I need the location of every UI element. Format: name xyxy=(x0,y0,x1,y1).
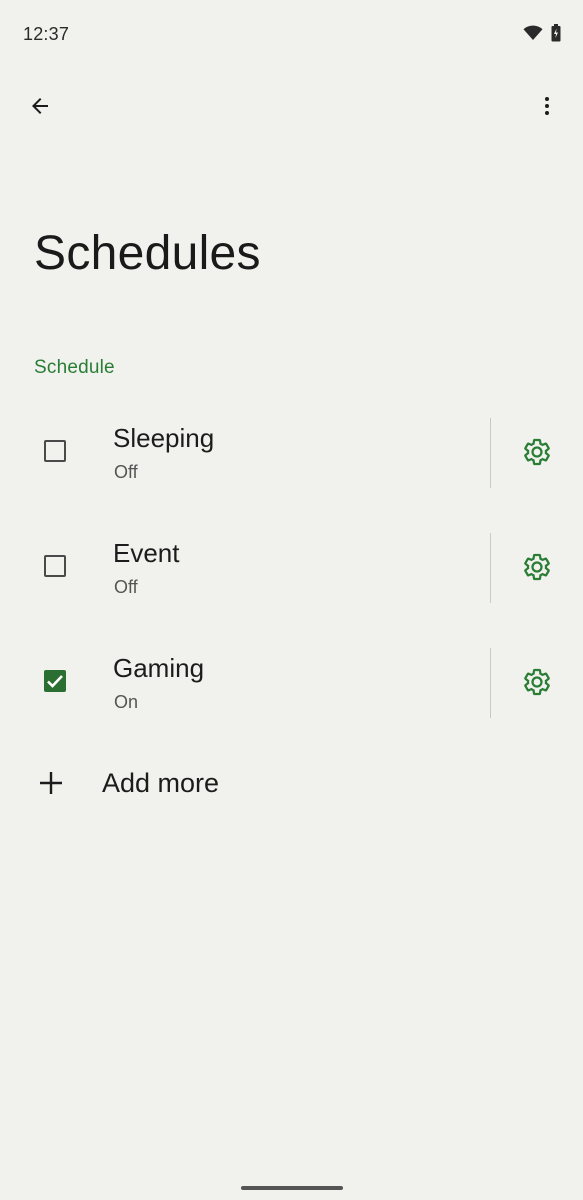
schedule-list: Sleeping Off Event Off Gaming On xyxy=(0,410,583,755)
battery-icon xyxy=(551,24,561,42)
arrow-back-icon xyxy=(28,94,52,123)
settings-button-sleeping[interactable] xyxy=(512,432,562,476)
settings-button-event[interactable] xyxy=(512,547,562,591)
add-more-label: Add more xyxy=(102,768,220,798)
wifi-icon xyxy=(523,25,543,41)
schedule-toggle-event[interactable]: Event Off xyxy=(0,525,490,615)
row-divider xyxy=(490,648,491,718)
schedule-name: Event xyxy=(113,538,180,568)
gesture-nav-handle[interactable] xyxy=(241,1186,343,1190)
checkbox-gaming[interactable] xyxy=(44,670,66,692)
gear-icon xyxy=(522,667,552,702)
schedule-name: Sleeping xyxy=(113,423,215,453)
checkmark-icon xyxy=(47,675,63,688)
settings-button-gaming[interactable] xyxy=(512,662,562,706)
status-bar: 12:37 xyxy=(0,0,583,68)
checkbox-sleeping[interactable] xyxy=(44,440,66,462)
back-button[interactable] xyxy=(18,86,62,130)
schedule-status: Off xyxy=(114,577,138,597)
gear-icon xyxy=(522,437,552,472)
schedule-row-event: Event Off xyxy=(0,525,583,640)
section-header: Schedule xyxy=(34,357,115,378)
status-icons xyxy=(523,24,561,42)
schedule-toggle-gaming[interactable]: Gaming On xyxy=(0,640,490,730)
more-vert-icon xyxy=(535,94,559,123)
schedule-toggle-sleeping[interactable]: Sleeping Off xyxy=(0,410,490,500)
page-title: Schedules xyxy=(34,227,261,280)
row-divider xyxy=(490,533,491,603)
schedule-row-gaming: Gaming On xyxy=(0,640,583,755)
schedule-status: On xyxy=(114,692,139,712)
schedule-status: Off xyxy=(114,462,138,482)
gear-icon xyxy=(522,552,552,587)
add-more-button[interactable]: Add more xyxy=(0,752,583,816)
checkbox-event[interactable] xyxy=(44,555,66,577)
status-time: 12:37 xyxy=(23,24,70,44)
schedule-row-sleeping: Sleeping Off xyxy=(0,410,583,525)
schedule-name: Gaming xyxy=(113,653,205,683)
app-bar xyxy=(0,78,583,142)
row-divider xyxy=(490,418,491,488)
plus-icon xyxy=(36,768,66,803)
more-options-button[interactable] xyxy=(525,86,569,130)
